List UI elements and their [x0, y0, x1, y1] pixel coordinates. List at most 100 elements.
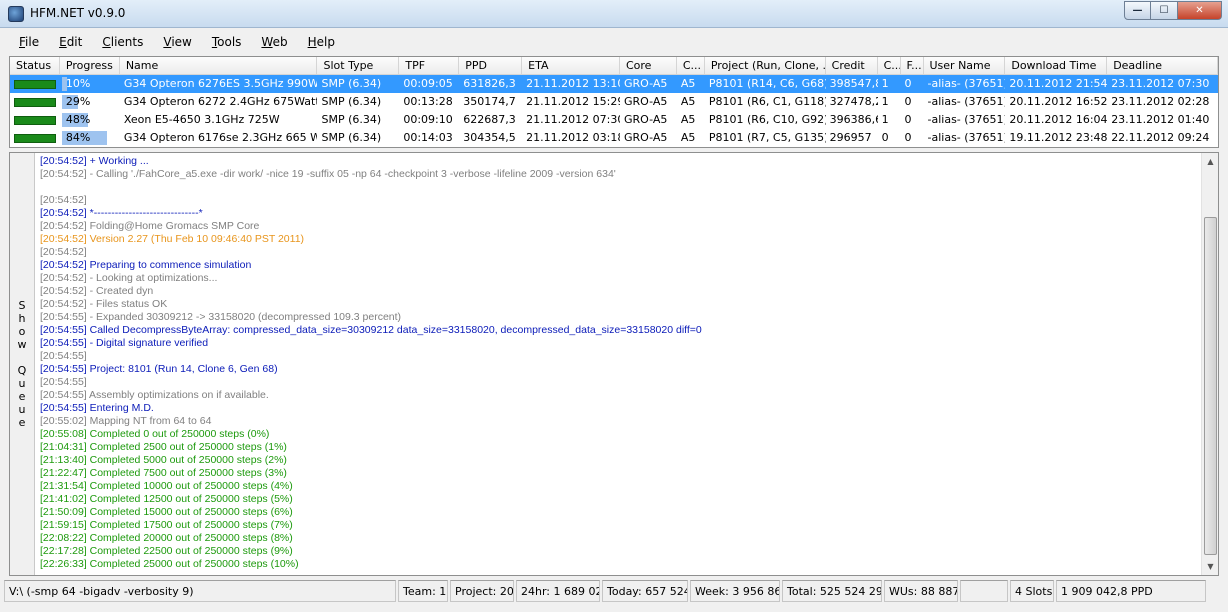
- cell-user-name: -alias- (37651): [927, 77, 1006, 90]
- status-24hr: 24hr: 1 689 021: [516, 580, 600, 602]
- log-line: [21:04:31] Completed 2500 out of 250000 …: [40, 441, 287, 453]
- status-week: Week: 3 956 864: [690, 580, 780, 602]
- progress-text: 48%: [65, 113, 91, 126]
- log-line: [22:26:33] Completed 25000 out of 250000…: [40, 558, 299, 570]
- cell-core: GRO-A5: [623, 77, 668, 90]
- table-row[interactable]: 10% G34 Opteron 6276ES 3.5GHz 990Watt SMP …: [10, 75, 1218, 93]
- log-line: [20:54:55]: [40, 350, 87, 362]
- status-indicator: [14, 97, 56, 107]
- scroll-thumb[interactable]: [1204, 217, 1217, 555]
- log-line: [20:55:02] Mapping NT from 64 to 64: [40, 415, 212, 427]
- status-today: Today: 657 524: [602, 580, 688, 602]
- cell-project: P8101 (R7, C5, G135): [708, 131, 826, 144]
- log-line: [20:54:52] Version 2.27 (Thu Feb 10 09:4…: [40, 233, 305, 245]
- column-header-download-time[interactable]: Download Time: [1005, 57, 1108, 75]
- log-line: [20:54:55] Assembly optimizations on if …: [40, 389, 269, 401]
- scroll-up-icon[interactable]: ▲: [1202, 153, 1219, 170]
- cell-user-name: -alias- (37651): [927, 131, 1006, 144]
- column-header-status[interactable]: Status: [10, 57, 60, 75]
- column-header-ppd[interactable]: PPD: [459, 57, 523, 75]
- log-scrollbar[interactable]: ▲ ▼: [1201, 153, 1218, 575]
- close-button[interactable]: ✕: [1178, 1, 1222, 20]
- cell-slot-type: SMP (6.34): [321, 131, 382, 144]
- log-line: [22:17:28] Completed 22500 out of 250000…: [40, 545, 293, 557]
- log-viewer[interactable]: [20:54:52] + Working ... [20:54:52] - Cal…: [40, 155, 1200, 573]
- cell-download-time: 19.11.2012 23:48: [1009, 131, 1108, 144]
- log-line: [20:54:55]: [40, 376, 87, 388]
- column-header-progress[interactable]: Progress: [60, 57, 120, 75]
- menu-edit[interactable]: Edit: [49, 35, 92, 49]
- menu-clients[interactable]: Clients: [92, 35, 153, 49]
- log-line: [20:54:52] Folding@Home Gromacs SMP Core: [40, 220, 260, 232]
- column-header-credit[interactable]: Credit: [826, 57, 878, 75]
- cell-deadline: 23.11.2012 07:30: [1111, 77, 1210, 90]
- column-header-completed[interactable]: C...: [878, 57, 901, 75]
- column-header-name[interactable]: Name: [120, 57, 318, 75]
- table-row[interactable]: 29% G34 Opteron 6272 2.4GHz 675Watt SMP (6…: [10, 93, 1218, 111]
- table-row[interactable]: 48% Xeon E5-4650 3.1GHz 725W SMP (6.34) 00:…: [10, 111, 1218, 129]
- column-header-core[interactable]: Core: [620, 57, 677, 75]
- log-line: [20:54:52] - Calling './FahCore_a5.exe -…: [40, 168, 616, 180]
- queue-button-letter: Q: [17, 364, 27, 377]
- log-line: [20:54:55] - Expanded 30309212 -> 331580…: [40, 311, 402, 323]
- maximize-button[interactable]: ☐: [1151, 1, 1178, 20]
- cell-ppd: 631826,3: [463, 77, 516, 90]
- cell-completed: 1: [881, 77, 889, 90]
- menu-tools[interactable]: Tools: [202, 35, 252, 49]
- cell-failed: 0: [904, 95, 912, 108]
- column-header-slot-type[interactable]: Slot Type: [317, 57, 400, 75]
- log-line: [20:54:55] Called DecompressByteArray: c…: [40, 324, 702, 336]
- status-indicator: [14, 79, 56, 89]
- cell-core-id: A5: [680, 131, 696, 144]
- cell-slot-type: SMP (6.34): [321, 77, 382, 90]
- log-line: [20:54:52] Preparing to commence simulat…: [40, 259, 252, 271]
- column-header-eta[interactable]: ETA: [522, 57, 620, 75]
- queue-button-letter: u: [18, 377, 26, 390]
- status-total: Total: 525 524 291: [782, 580, 882, 602]
- menu-view[interactable]: View: [153, 35, 201, 49]
- queue-button-letter: w: [17, 338, 27, 351]
- cell-slot-type: SMP (6.34): [321, 113, 382, 126]
- cell-slot-type: SMP (6.34): [321, 95, 382, 108]
- column-header-project[interactable]: Project (Run, Clone, ...: [705, 57, 826, 75]
- cell-ppd: 304354,5: [463, 131, 516, 144]
- progress-text: 10%: [65, 77, 91, 90]
- grid-body: 10% G34 Opteron 6276ES 3.5GHz 990Watt SMP …: [10, 75, 1218, 147]
- status-client-path: V:\ (-smp 64 -bigadv -verbosity 9): [4, 580, 396, 602]
- log-line: [21:22:47] Completed 7500 out of 250000 …: [40, 467, 287, 479]
- table-row[interactable]: 84% G34 Opteron 6176se 2.3GHz 665 Watt SMP…: [10, 129, 1218, 147]
- cell-project: P8101 (R6, C10, G92): [708, 113, 826, 126]
- cell-project: P8101 (R6, C1, G118): [708, 95, 826, 108]
- scroll-down-icon[interactable]: ▼: [1202, 558, 1219, 575]
- log-line: [20:54:52] - Created dyn: [40, 285, 154, 297]
- status-indicator: [14, 133, 56, 143]
- cell-download-time: 20.11.2012 21:54: [1009, 77, 1108, 90]
- column-header-deadline[interactable]: Deadline: [1107, 57, 1218, 75]
- cell-progress: 48%: [60, 111, 120, 129]
- column-header-user-name[interactable]: User Name: [924, 57, 1006, 75]
- cell-user-name: -alias- (37651): [927, 113, 1006, 126]
- cell-credit: 296957: [829, 131, 872, 144]
- queue-button-letter: e: [18, 416, 26, 429]
- column-header-core-id[interactable]: C...: [677, 57, 705, 75]
- progress-text: 29%: [65, 95, 91, 108]
- menu-file[interactable]: File: [9, 35, 49, 49]
- column-header-tpf[interactable]: TPF: [399, 57, 460, 75]
- status-slots: 4 Slots: [1010, 580, 1054, 602]
- show-queue-button[interactable]: ShowQueue: [10, 153, 35, 575]
- cell-project: P8101 (R14, C6, G68): [708, 77, 826, 90]
- menu-web[interactable]: Web: [251, 35, 297, 49]
- log-line: [20:55:08] Completed 0 out of 250000 ste…: [40, 428, 270, 440]
- title-bar: HFM.NET v0.9.0 — ☐ ✕: [0, 0, 1228, 28]
- cell-completed: 1: [881, 113, 889, 126]
- cell-tpf: 00:09:10: [403, 113, 453, 126]
- window-title: HFM.NET v0.9.0: [30, 6, 126, 20]
- log-line: [20:54:52]: [40, 194, 87, 206]
- column-header-failed[interactable]: F...: [901, 57, 924, 75]
- cell-name: G34 Opteron 6276ES 3.5GHz 990Watt: [123, 77, 318, 90]
- minimize-button[interactable]: —: [1124, 1, 1151, 20]
- menu-help[interactable]: Help: [298, 35, 345, 49]
- cell-eta: 21.11.2012 07:30: [526, 113, 620, 126]
- cell-deadline: 23.11.2012 02:28: [1111, 95, 1210, 108]
- status-bar: V:\ (-smp 64 -bigadv -verbosity 9) Team:…: [0, 578, 1228, 612]
